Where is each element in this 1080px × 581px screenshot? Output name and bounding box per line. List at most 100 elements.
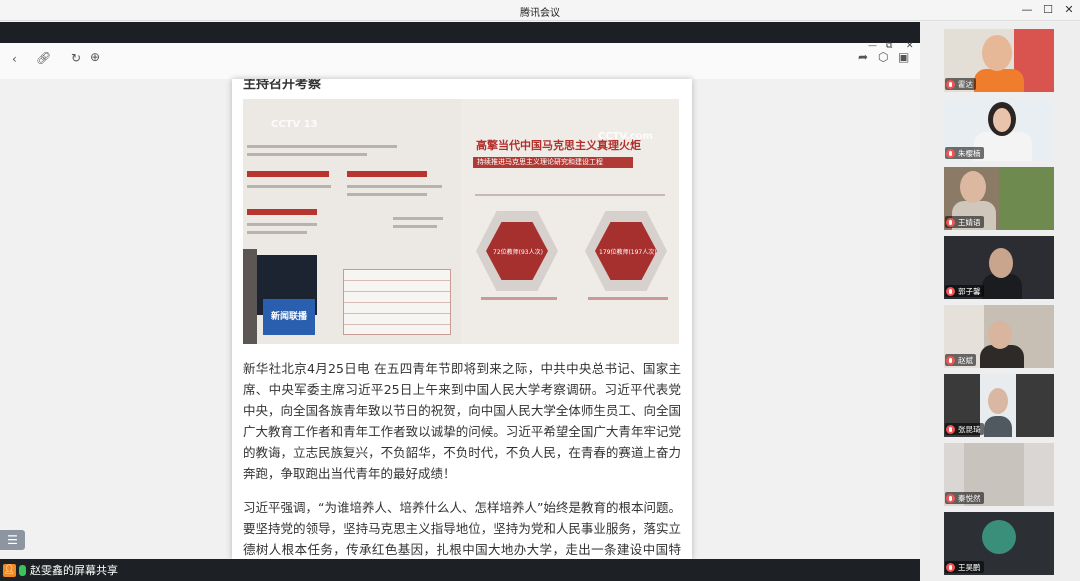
- participant-name: 赵斌: [958, 355, 973, 365]
- exhibit-text: [588, 297, 668, 300]
- participant-name: 郭子馨: [958, 286, 981, 296]
- participant-name-bar: 霍达: [945, 78, 976, 90]
- participant-name: 秦悦然: [958, 493, 981, 503]
- exhibit-text: [247, 231, 307, 234]
- exhibit-title: 高擎当代中国马克思主义真理火炬: [476, 139, 641, 152]
- mic-off-icon: [946, 355, 955, 365]
- exhibit-text: [347, 193, 427, 196]
- participant-face: [988, 321, 1012, 349]
- exhibit-heading-bar: [247, 209, 317, 215]
- avatar: [982, 520, 1016, 554]
- table-line: [344, 302, 450, 303]
- shared-screen-top-strip: [0, 22, 920, 43]
- participant-name: 霍达: [958, 79, 973, 89]
- participant-face: [982, 35, 1012, 71]
- exhibit-text: [247, 185, 331, 188]
- inner-close-icon[interactable]: ✕: [906, 41, 914, 51]
- cctv-logo: CCTV 13: [271, 119, 318, 130]
- participant-tile[interactable]: 赵斌: [944, 305, 1054, 368]
- hexagon-stat-label: 179位教师(197人次): [599, 249, 657, 256]
- browser-toolbar: ‹ 🔗︎ ↻ ⊕ ➦ ⬡ ▣ — ⧉ ✕: [0, 41, 920, 79]
- participant-name: 王昊鹏: [958, 562, 981, 572]
- participant-tile[interactable]: 王婧语: [944, 167, 1054, 230]
- article-paragraph: 习近平强调，“为谁培养人、培养什么人、怎样培养人”始终是教育的根本问题。要坚持党…: [243, 500, 681, 557]
- table-line: [344, 324, 450, 325]
- article-paragraph: 新华社北京4月25日电 在五四青年节即将到来之际，中共中央总书记、国家主席、中央…: [243, 361, 681, 481]
- status-bar: 👤︎ 赵雯鑫的屏幕共享: [0, 559, 920, 581]
- participant-name: 王婧语: [958, 217, 981, 227]
- photo-foreground: [243, 249, 257, 344]
- participant-name-bar: 秦悦然: [945, 492, 984, 504]
- mic-off-icon: [946, 148, 955, 158]
- participant-name-bar: 朱樱楠: [945, 147, 984, 159]
- shared-screen: ‹ 🔗︎ ↻ ⊕ ➦ ⬡ ▣ — ⧉ ✕ 主持召开考察 CCTV 13 CCTV…: [0, 22, 920, 559]
- screen-share-indicator[interactable]: 👤︎ 赵雯鑫的屏幕共享: [0, 559, 118, 581]
- participant-tile[interactable]: 霍达: [944, 29, 1054, 92]
- article-heading-cut: 主持召开考察: [243, 79, 322, 92]
- close-icon[interactable]: ✕: [1060, 2, 1078, 18]
- exhibit-text: [247, 223, 317, 226]
- participant-face: [989, 248, 1013, 278]
- exhibit-subtitle: 持续推进马克思主义理论研究和建设工程: [473, 157, 633, 168]
- cube-icon[interactable]: ⬡: [878, 50, 888, 64]
- minimize-icon[interactable]: —: [1018, 2, 1036, 18]
- exhibit-heading-bar: [247, 171, 329, 177]
- participant-tile[interactable]: 郭子馨: [944, 236, 1054, 299]
- participant-tile[interactable]: 朱樱楠: [944, 98, 1054, 161]
- participant-video-panel: 霍达 朱樱楠 王婧语 郭子馨 赵斌 张昆琦 秦悦然 王昊鹏: [920, 22, 1080, 581]
- user-icon: 👤︎: [3, 563, 16, 577]
- participant-body: [984, 416, 1012, 437]
- article-page: 主持召开考察 CCTV 13 CCTV.com 高擎当代中国马克思主义真理火炬 …: [232, 79, 692, 559]
- participant-tile[interactable]: 王昊鹏: [944, 512, 1054, 575]
- mic-off-icon: [946, 562, 955, 572]
- participant-name-bar: 张昆琦: [945, 423, 984, 435]
- table-line: [344, 313, 450, 314]
- news-broadcast-screen: 新闻联播: [263, 299, 315, 335]
- participant-name-bar: 赵斌: [945, 354, 976, 366]
- share-icon[interactable]: ➦: [858, 50, 868, 64]
- window-title: 腾讯会议: [520, 8, 560, 19]
- inner-minimize-icon[interactable]: —: [868, 41, 877, 51]
- table-line: [344, 280, 450, 281]
- participant-face: [988, 388, 1008, 414]
- exhibit-table: [343, 269, 451, 335]
- inner-restore-icon[interactable]: ⧉: [886, 41, 892, 51]
- participant-name: 朱樱楠: [958, 148, 981, 158]
- exhibit-text: [247, 153, 367, 156]
- layout-icon[interactable]: ▣: [898, 50, 909, 64]
- exhibit-text: [481, 297, 557, 300]
- screen-share-label: 赵雯鑫的屏幕共享: [30, 564, 118, 577]
- participant-face: [960, 171, 986, 203]
- participant-name-bar: 郭子馨: [945, 285, 984, 297]
- exhibit-text: [347, 185, 442, 188]
- title-bar: 腾讯会议 — ☐ ✕: [0, 0, 1080, 21]
- exhibit-text: [393, 217, 443, 220]
- mic-off-icon: [946, 493, 955, 503]
- table-line: [344, 291, 450, 292]
- hexagon-stat-label: 72位教师(93人次): [493, 249, 543, 256]
- exhibit-divider: [475, 194, 665, 196]
- article-photo: CCTV 13 CCTV.com 高擎当代中国马克思主义真理火炬 持续推进马克思…: [243, 99, 679, 344]
- mic-off-icon: [946, 79, 955, 89]
- participant-face: [993, 108, 1011, 132]
- participant-tile[interactable]: 张昆琦: [944, 374, 1054, 437]
- mic-off-icon: [946, 286, 955, 296]
- back-icon[interactable]: ‹: [12, 52, 17, 66]
- list-menu-icon[interactable]: ☰: [0, 530, 25, 550]
- mic-off-icon: [946, 217, 955, 227]
- mic-icon: [19, 564, 26, 576]
- video-background: [999, 167, 1054, 230]
- globe-icon[interactable]: ⊕: [90, 50, 100, 64]
- refresh-icon[interactable]: ↻: [71, 51, 81, 65]
- participant-tile[interactable]: 秦悦然: [944, 443, 1054, 506]
- exhibit-text: [247, 145, 397, 148]
- maximize-icon[interactable]: ☐: [1039, 2, 1057, 18]
- participant-name-bar: 王昊鹏: [945, 561, 984, 573]
- webpage-viewport[interactable]: 主持召开考察 CCTV 13 CCTV.com 高擎当代中国马克思主义真理火炬 …: [0, 79, 920, 559]
- exhibit-text: [393, 225, 437, 228]
- participant-body: [974, 69, 1024, 92]
- link-icon[interactable]: 🔗︎: [36, 51, 51, 65]
- exhibit-heading-bar: [347, 171, 427, 177]
- mic-off-icon: [946, 424, 955, 434]
- participant-name: 张昆琦: [958, 424, 981, 434]
